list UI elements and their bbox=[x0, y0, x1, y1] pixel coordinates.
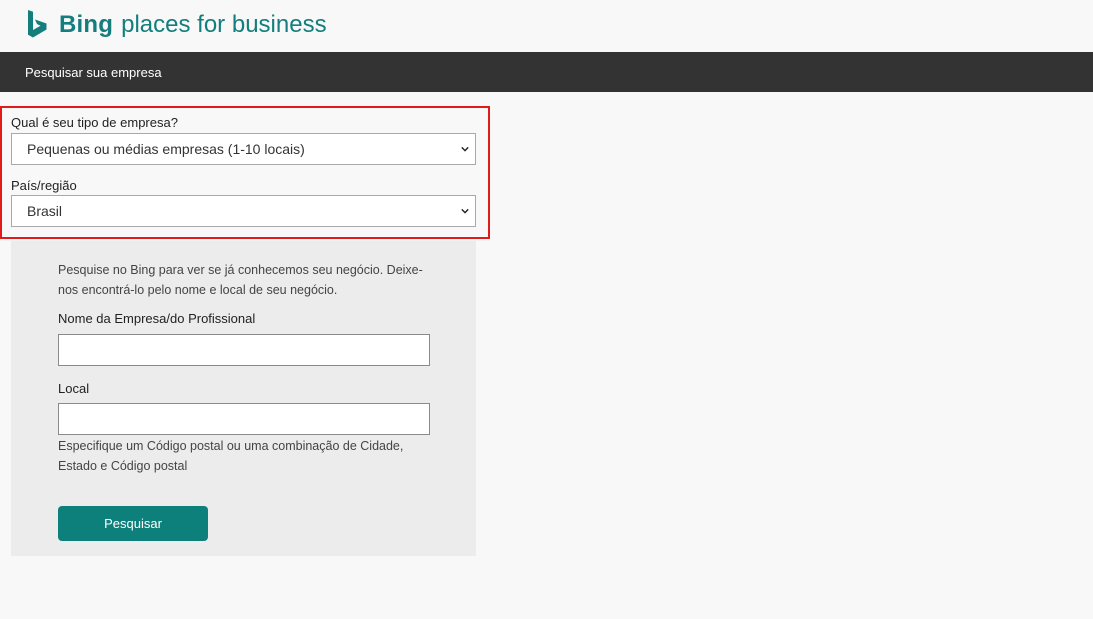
business-name-label: Nome da Empresa/do Profissional bbox=[58, 311, 256, 326]
country-select[interactable]: Brasil bbox=[11, 195, 476, 227]
location-hint-line-1: Especifique um Código postal ou uma comb… bbox=[58, 439, 404, 453]
navbar-title: Pesquisar sua empresa bbox=[25, 65, 162, 80]
search-button[interactable]: Pesquisar bbox=[58, 506, 208, 541]
chevron-down-icon bbox=[461, 208, 469, 214]
business-type-select[interactable]: Pequenas ou médias empresas (1-10 locais… bbox=[11, 133, 476, 165]
business-type-label: Qual é seu tipo de empresa? bbox=[11, 115, 178, 130]
business-name-input[interactable] bbox=[58, 334, 430, 366]
chevron-down-icon bbox=[461, 146, 469, 152]
intro-text-line-1: Pesquise no Bing para ver se já conhecem… bbox=[58, 263, 423, 277]
location-hint-line-2: Estado e Código postal bbox=[58, 459, 188, 473]
brand-name-rest: places for business bbox=[121, 11, 327, 38]
bing-places-logo[interactable]: Bing places for business bbox=[27, 9, 327, 41]
location-label: Local bbox=[58, 381, 90, 396]
location-input[interactable] bbox=[58, 403, 430, 435]
top-navbar: Pesquisar sua empresa bbox=[0, 52, 1093, 92]
intro-text-line-2: nos encontrá-lo pelo nome e local de seu… bbox=[58, 283, 338, 297]
country-label: País/região bbox=[11, 178, 77, 193]
country-selected: Brasil bbox=[27, 203, 63, 219]
business-type-selected: Pequenas ou médias empresas (1-10 locais… bbox=[27, 141, 305, 157]
brand-name-bold: Bing bbox=[59, 11, 114, 38]
bing-logo-icon bbox=[28, 10, 47, 38]
page-header: Bing places for business bbox=[0, 0, 1093, 52]
